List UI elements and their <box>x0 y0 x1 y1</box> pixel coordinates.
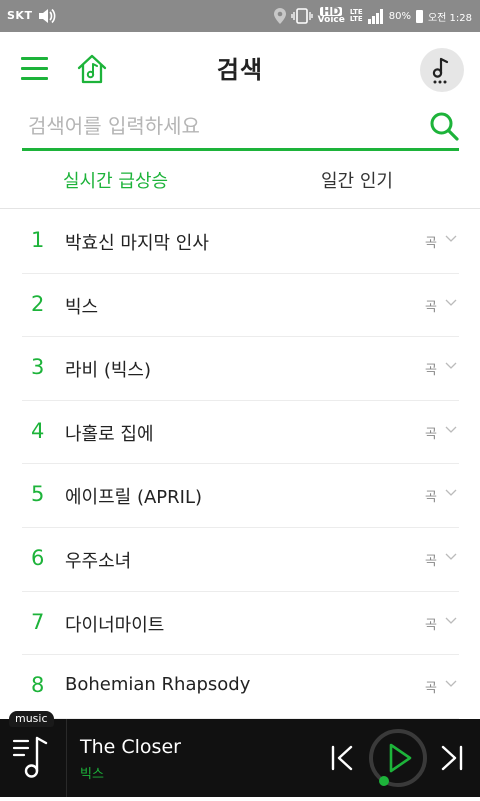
track-artist: 빅스 <box>80 767 104 782</box>
item-type: 곡 <box>425 553 437 569</box>
tab-daily[interactable]: 일간 인기 <box>321 167 393 193</box>
chevron-down-icon[interactable] <box>445 426 457 434</box>
page-title: 검색 <box>216 56 264 84</box>
playlist-icon <box>12 736 48 778</box>
hd-voice-badge: HD Voice <box>317 6 345 25</box>
vibrate-icon <box>291 8 313 24</box>
music-note-icon <box>432 57 449 84</box>
list-item[interactable]: 6 우주소녀 곡 <box>22 528 459 592</box>
item-title: 우주소녀 <box>65 550 132 572</box>
lte-bottom-label: LTE <box>349 15 363 23</box>
item-title: 다이너마이트 <box>65 614 165 636</box>
ranking-list: 1 박효신 마지막 인사 곡 2 빅스 곡 3 라비 (빅스) 곡 4 나홀로 … <box>22 210 459 719</box>
chevron-down-icon[interactable] <box>445 362 457 370</box>
next-icon[interactable] <box>440 744 464 772</box>
mini-player: The Closer 빅스 <box>0 719 480 797</box>
battery-percent: 80% <box>388 10 411 22</box>
clock: 오전 1:28 <box>427 12 472 24</box>
status-bar: SKT HD Voice LTE LTE 80% 오전 1:28 <box>0 0 480 32</box>
now-playing-button[interactable] <box>420 48 464 92</box>
search-bar <box>22 106 459 151</box>
location-icon <box>273 8 286 24</box>
item-title: 라비 (빅스) <box>65 360 152 382</box>
app-header: 검색 <box>0 32 480 106</box>
rank-number: 3 <box>31 355 45 380</box>
list-item[interactable]: 5 에이프릴 (APRIL) 곡 <box>22 464 459 528</box>
rank-number: 4 <box>31 418 45 443</box>
list-item[interactable]: 2 빅스 곡 <box>22 274 459 338</box>
rank-number: 6 <box>31 545 45 570</box>
voice-label: Voice <box>317 15 345 25</box>
chevron-down-icon[interactable] <box>445 235 457 243</box>
item-title: 빅스 <box>65 296 99 318</box>
volume-icon <box>39 8 56 24</box>
chevron-down-icon[interactable] <box>445 299 457 307</box>
item-type: 곡 <box>425 299 437 315</box>
search-input[interactable] <box>26 106 415 146</box>
playlist-button[interactable] <box>0 719 67 797</box>
list-item[interactable]: 1 박효신 마지막 인사 곡 <box>22 210 459 274</box>
previous-icon[interactable] <box>330 744 354 772</box>
item-type: 곡 <box>425 490 437 506</box>
rank-number: 1 <box>31 228 45 252</box>
track-title: The Closer <box>80 736 181 758</box>
chevron-down-icon[interactable] <box>445 489 457 497</box>
lte-badge: LTE LTE <box>350 9 363 23</box>
list-item[interactable]: 8 Bohemian Rhapsody 곡 <box>22 655 459 719</box>
list-item[interactable]: 4 나홀로 집에 곡 <box>22 401 459 465</box>
chevron-down-icon[interactable] <box>445 680 457 688</box>
item-type: 곡 <box>425 681 437 697</box>
tab-realtime[interactable]: 실시간 급상승 <box>63 167 168 193</box>
search-icon[interactable] <box>429 111 459 141</box>
rank-number: 8 <box>31 673 45 698</box>
item-title: 박효신 마지막 인사 <box>65 233 209 254</box>
item-type: 곡 <box>425 617 437 633</box>
item-title: Bohemian Rhapsody <box>65 674 251 696</box>
signal-icon <box>367 8 383 24</box>
item-title: 에이프릴 (APRIL) <box>65 487 203 509</box>
rank-number: 2 <box>31 291 45 316</box>
item-type: 곡 <box>425 426 437 442</box>
chart-tabs: 실시간 급상승 일간 인기 <box>0 150 480 209</box>
music-tag: music <box>9 711 54 727</box>
item-title: 나홀로 집에 <box>65 423 154 445</box>
play-button[interactable] <box>368 728 428 788</box>
rank-number: 5 <box>31 482 45 507</box>
carrier-label: SKT <box>7 9 33 22</box>
item-type: 곡 <box>425 236 437 251</box>
item-type: 곡 <box>425 363 437 379</box>
chevron-down-icon[interactable] <box>445 553 457 561</box>
rank-number: 7 <box>31 609 45 634</box>
list-item[interactable]: 7 다이너마이트 곡 <box>22 592 459 656</box>
list-item[interactable]: 3 라비 (빅스) 곡 <box>22 337 459 401</box>
battery-icon <box>415 9 423 23</box>
chevron-down-icon[interactable] <box>445 617 457 625</box>
